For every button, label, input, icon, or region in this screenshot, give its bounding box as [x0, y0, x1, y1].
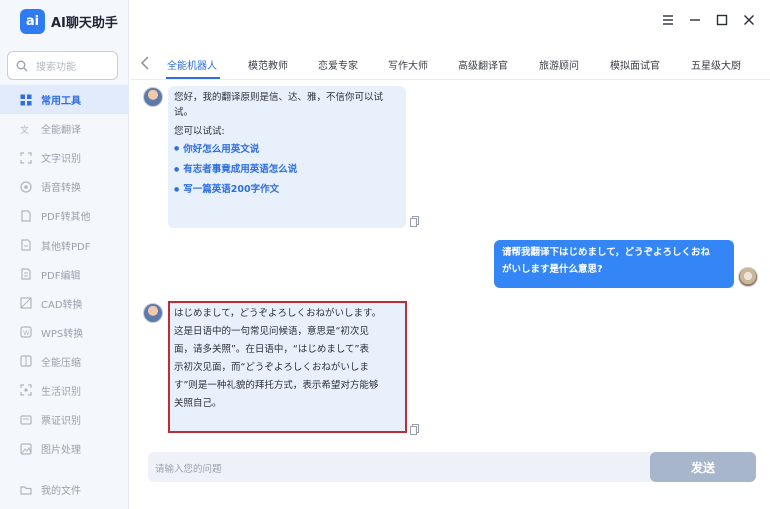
svg-text:文: 文	[20, 124, 29, 135]
sidebar-item-image[interactable]: 图片处理	[0, 434, 129, 463]
menu-icon[interactable]	[661, 12, 675, 26]
pdf-import-icon	[21, 239, 31, 251]
sidebar-item-compress[interactable]: 全能压缩	[0, 347, 129, 376]
bot-intro-line: 试。	[174, 107, 194, 119]
tab-mock-interviewer[interactable]: 模拟面试官	[610, 57, 660, 72]
translate-icon: 文	[20, 124, 29, 135]
suggestion-link[interactable]: 你好怎么用英文说	[174, 142, 400, 157]
send-button[interactable]: 发送	[650, 452, 756, 482]
tab-senior-translator[interactable]: 高级翻译官	[458, 57, 508, 72]
sidebar-item-label: 全能翻译	[41, 125, 81, 137]
svg-text:W: W	[23, 329, 30, 337]
sidebar-item-translate[interactable]: 文 全能翻译	[0, 114, 129, 143]
assistant-tabs: 全能机器人 模范教师 恋爱专家 写作大师 高级翻译官 旅游顾问 模拟面试官 五星…	[130, 50, 770, 80]
sidebar-item-label: WPS转换	[41, 328, 84, 340]
compress-icon	[20, 355, 32, 367]
folder-icon	[20, 485, 32, 495]
user-message: 请帮我翻译下はじめまして，どうぞよろしくおね がいします是什么意思?	[494, 240, 734, 288]
sidebar-item-label: 全能压缩	[41, 357, 81, 369]
close-icon[interactable]	[742, 12, 756, 26]
tab-writing-master[interactable]: 写作大师	[388, 57, 428, 72]
sidebar-item-ocr[interactable]: 文字识别	[0, 143, 129, 172]
maximize-icon[interactable]	[715, 12, 729, 26]
tab-model-teacher[interactable]: 模范教师	[248, 57, 288, 72]
sidebar-item-pdf-edit[interactable]: PDF编辑	[0, 260, 129, 289]
sidebar-item-label: PDF转其他	[41, 212, 91, 224]
voice-icon	[20, 181, 32, 193]
sidebar-item-wps[interactable]: W WPS转换	[0, 318, 129, 347]
minimize-icon[interactable]	[688, 12, 702, 26]
tab-travel-advisor[interactable]: 旅游顾问	[539, 57, 579, 72]
app-logo-icon: ai	[20, 9, 45, 34]
sidebar-item-ticket[interactable]: 票证识别	[0, 405, 129, 434]
copy-icon[interactable]	[410, 424, 419, 435]
message-input-placeholder: 请输入您的问题	[155, 464, 222, 475]
grid-icon	[20, 94, 32, 106]
sidebar-item-label: 其他转PDF	[41, 241, 91, 253]
sidebar-item-label: 常用工具	[41, 96, 81, 108]
sidebar-item-other-to-pdf[interactable]: 其他转PDF	[0, 230, 129, 259]
sidebar-item-label: CAD转换	[41, 299, 83, 311]
try-label: 您可以试试:	[174, 126, 225, 138]
sidebar-item-label: 图片处理	[41, 445, 81, 457]
image-icon	[20, 443, 32, 455]
sidebar-item-pdf-to-other[interactable]: PDF转其他	[0, 201, 129, 230]
search-icon	[16, 60, 28, 71]
message-input[interactable]: 请输入您的问题 发送	[148, 452, 756, 482]
user-message-line: がいします是什么意思?	[502, 263, 603, 275]
suggestion-link[interactable]: 有志者事竟成用英语怎么说	[174, 162, 400, 177]
sidebar-item-common-tools[interactable]: 常用工具	[0, 85, 129, 115]
tab-love-expert[interactable]: 恋爱专家	[318, 57, 358, 72]
life-scan-icon	[20, 384, 32, 397]
window-controls	[661, 12, 756, 26]
pdf-export-icon	[21, 210, 31, 222]
sidebar-item-life-recognition[interactable]: 生活识别	[0, 376, 129, 405]
bot-intro-line: 您好，我的翻译原则是信、达、雅，不信你可以试	[174, 92, 384, 103]
sidebar-item-label: 我的文件	[41, 486, 81, 497]
sidebar-item-label: PDF编辑	[41, 270, 81, 282]
user-message-line: 请帮我翻译下はじめまして，どうぞよろしくおね	[502, 247, 711, 258]
wps-icon: W	[20, 326, 32, 338]
copy-icon[interactable]	[410, 216, 419, 227]
search-input[interactable]: 搜索功能	[7, 51, 118, 80]
sidebar-item-voice[interactable]: 语音转换	[0, 172, 129, 201]
bot-intro-message: 您好，我的翻译原则是信、达、雅，不信你可以试 试。 您可以试试: 你好怎么用英文…	[168, 86, 406, 228]
search-placeholder: 搜索功能	[36, 62, 76, 73]
sidebar-item-label: 票证识别	[41, 416, 81, 428]
bot-avatar	[143, 303, 163, 323]
sidebar-item-my-files[interactable]: 我的文件	[0, 475, 129, 504]
cad-icon	[20, 297, 32, 309]
sidebar-item-label: 文字识别	[41, 154, 81, 166]
pdf-edit-icon	[21, 268, 31, 280]
bot-avatar	[143, 87, 163, 107]
user-avatar	[738, 267, 758, 287]
tab-all-round-robot[interactable]: 全能机器人	[167, 57, 217, 72]
sidebar-item-cad[interactable]: CAD转换	[0, 289, 129, 318]
sidebar-item-label: 语音转换	[41, 183, 81, 195]
app-logo: ai AI聊天助手	[20, 9, 118, 34]
chat-area: 您好，我的翻译原则是信、达、雅，不信你可以试 试。 您可以试试: 你好怎么用英文…	[130, 80, 770, 445]
chevron-left-icon[interactable]	[138, 55, 152, 71]
tab-five-star-chef[interactable]: 五星级大厨	[691, 57, 741, 72]
app-title: AI聊天助手	[51, 16, 118, 31]
sidebar-item-label: 生活识别	[41, 386, 81, 398]
sidebar: ai AI聊天助手 搜索功能 常用工具 文 全能翻译 文字识别 语音转换 PDF…	[0, 0, 129, 509]
ticket-icon	[20, 414, 32, 425]
sidebar-nav: 常用工具 文 全能翻译 文字识别 语音转换 PDF转其他 其他转PDF PDF编…	[0, 85, 129, 463]
highlight-box	[168, 301, 407, 433]
suggestion-link[interactable]: 写一篇英语200字作文	[174, 182, 400, 197]
scan-text-icon	[20, 152, 32, 164]
